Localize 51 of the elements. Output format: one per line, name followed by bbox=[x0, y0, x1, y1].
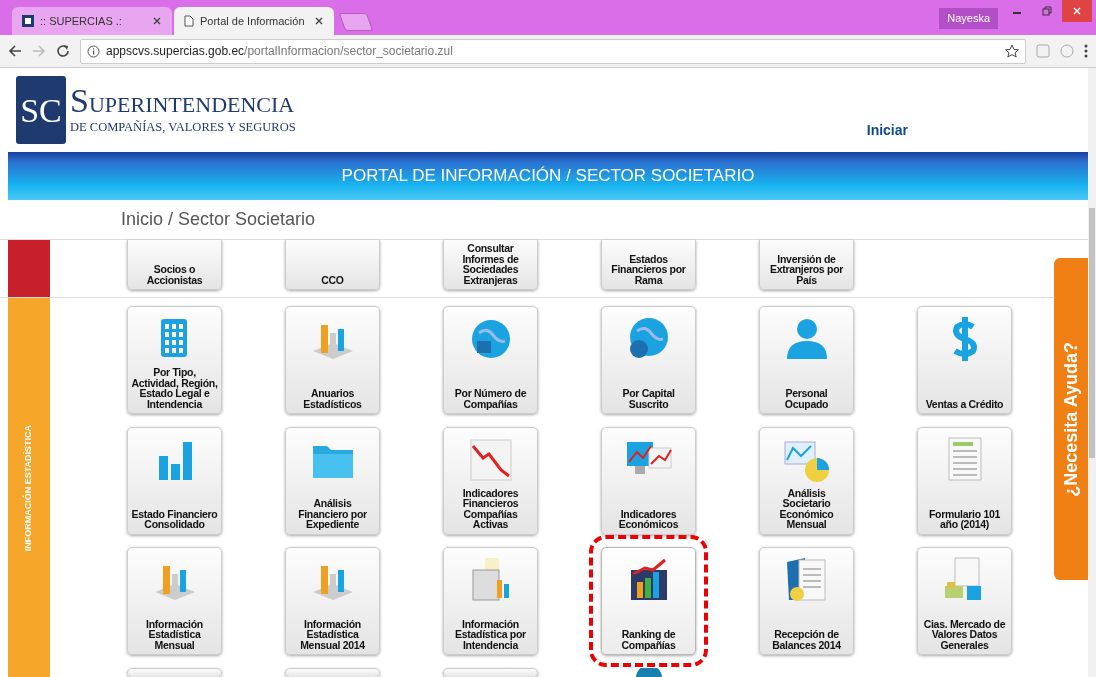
menu-tile[interactable]: Anuarios Estadísticos bbox=[285, 306, 380, 414]
forward-icon[interactable] bbox=[32, 44, 46, 58]
globe-icon bbox=[633, 667, 664, 677]
site-favicon-icon bbox=[22, 15, 34, 27]
back-icon[interactable] bbox=[8, 44, 22, 58]
address-bar[interactable]: appscvs.supercias.gob.ec/portalInformacion/sector_societario.zul bbox=[80, 38, 1026, 64]
logo-title: SUPERINTENDENCIA bbox=[70, 83, 296, 118]
menu-icon[interactable] bbox=[1084, 44, 1088, 58]
close-icon bbox=[1072, 6, 1082, 16]
menu-tile[interactable]: Por Número de Compañías bbox=[443, 306, 538, 414]
menu-tile[interactable]: Cias. Mercado de Valores Datos Generales bbox=[917, 547, 1012, 655]
reload-icon[interactable] bbox=[56, 44, 70, 58]
logo-monogram: SC bbox=[16, 76, 66, 144]
menu-tile[interactable]: Inversión de Extranjeros por País bbox=[759, 240, 854, 290]
menu-tile[interactable]: Información Estadística Mensual 2014 bbox=[285, 547, 380, 655]
menu-tile[interactable]: Información Estadística Mensual bbox=[127, 547, 222, 655]
menu-tile[interactable]: Ventas a Crédito bbox=[917, 306, 1012, 414]
title-banner: PORTAL DE INFORMACIÓN / SECTOR SOCIETARIO bbox=[8, 152, 1088, 200]
menu-tile[interactable]: Estado Financiero Consolidado bbox=[127, 426, 222, 535]
close-icon[interactable] bbox=[152, 16, 162, 26]
menu-tile[interactable]: Análisis Financiero por Expediente bbox=[285, 426, 380, 535]
close-button[interactable] bbox=[1062, 0, 1092, 22]
home-link[interactable]: Iniciar bbox=[866, 119, 908, 141]
scrollbar[interactable] bbox=[1088, 68, 1096, 677]
new-tab-button[interactable] bbox=[338, 13, 374, 31]
menu-tile[interactable]: Recepción de Balances 2014 bbox=[759, 547, 854, 655]
section-title: INFORMACIÓN ESTADÍSTICA bbox=[24, 424, 34, 552]
menu-tile[interactable]: Por Capital Suscrito bbox=[601, 306, 696, 414]
menu-tile[interactable]: CCO bbox=[285, 240, 380, 290]
menu-tile[interactable]: Consultar Informes de Sociedades Extranjeras bbox=[443, 240, 538, 290]
menu-tile[interactable] bbox=[285, 667, 380, 677]
menu-tile[interactable] bbox=[443, 667, 538, 677]
menu-tile[interactable]: Socios o Accionistas bbox=[127, 240, 222, 290]
menu-tile[interactable] bbox=[127, 667, 222, 677]
browser-tab[interactable]: :: SUPERCIAS .: bbox=[12, 7, 172, 35]
logo-subtitle: DE COMPAÑÍAS, VALORES Y SEGUROS bbox=[70, 118, 296, 136]
menu-tile[interactable]: Información Estadística por Intendencia bbox=[443, 547, 538, 655]
menu-tile[interactable]: Indicadores Económicos bbox=[601, 426, 696, 535]
page-icon bbox=[184, 15, 194, 27]
star-icon[interactable] bbox=[1005, 44, 1019, 58]
menu-tile[interactable]: Personal Ocupado bbox=[759, 306, 854, 414]
menu-tile[interactable]: Indicadores Financieros Compañías Activas bbox=[443, 426, 538, 535]
info-icon bbox=[87, 44, 100, 58]
profile-button[interactable]: Nayeska bbox=[939, 8, 998, 29]
menu-tile[interactable]: Estados Financieros por Rama bbox=[601, 240, 696, 290]
restore-icon bbox=[1042, 6, 1052, 16]
menu-tile[interactable]: Análisis Societario Económico Mensual bbox=[759, 426, 854, 535]
browser-tab[interactable]: Portal de Información bbox=[174, 7, 334, 35]
menu-tile[interactable]: Por Tipo, Actividad, Región, Estado Legal e Intendencia bbox=[127, 306, 222, 414]
close-icon[interactable] bbox=[314, 16, 324, 26]
menu-tile[interactable]: Formulario 101 año (2014) bbox=[917, 426, 1012, 535]
